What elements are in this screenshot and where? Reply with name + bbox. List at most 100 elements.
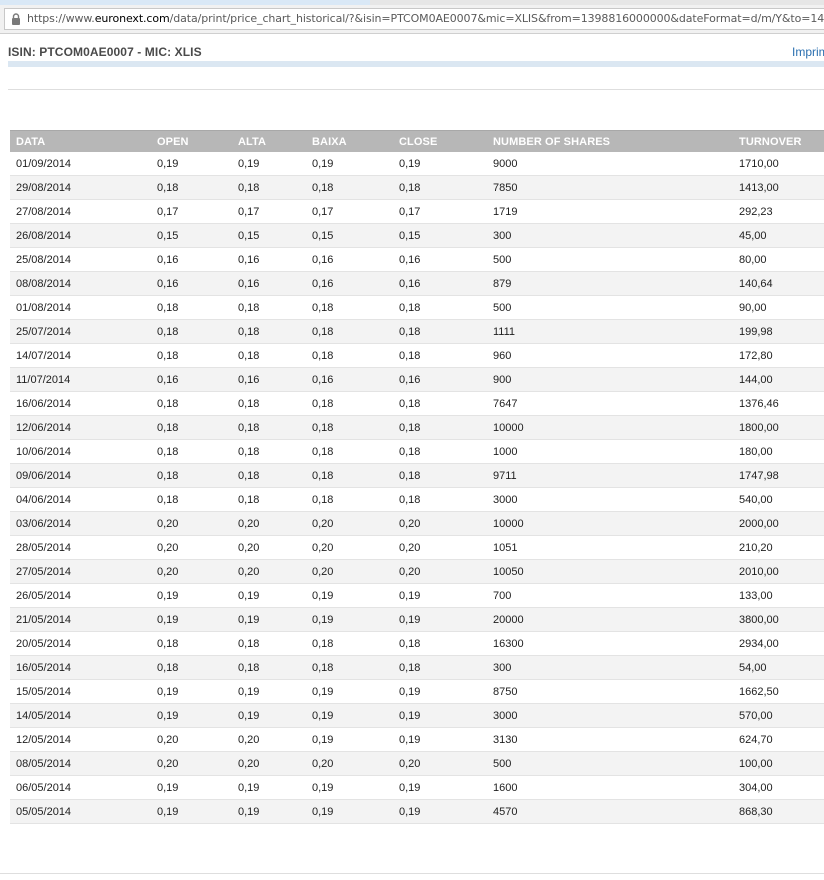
cell-open: 0,16 [151,271,232,296]
table-row: 12/05/2014 0,20 0,20 0,19 0,19 3130 624,70 [10,727,824,752]
cell-baixa: 0,15 [306,223,393,248]
cell-data: 12/05/2014 [10,727,151,752]
cell-data: 25/08/2014 [10,247,151,272]
cell-baixa: 0,16 [306,247,393,272]
print-link[interactable]: Imprimir [792,45,824,59]
cell-data: 26/05/2014 [10,583,151,608]
table-row: 06/05/2014 0,19 0,19 0,19 0,19 1600 304,00 [10,775,824,800]
cell-number-of-shares: 8750 [487,679,733,704]
cell-turnover: 54,00 [733,655,824,680]
cell-open: 0,15 [151,223,232,248]
cell-open: 0,18 [151,655,232,680]
cell-alta: 0,20 [232,511,306,536]
cell-baixa: 0,16 [306,271,393,296]
table-row: 01/09/2014 0,19 0,19 0,19 0,19 9000 1710,00 [10,152,824,176]
cell-close: 0,18 [393,295,487,320]
cell-baixa: 0,18 [306,391,393,416]
cell-close: 0,19 [393,152,487,176]
cell-alta: 0,17 [232,199,306,224]
cell-data: 14/05/2014 [10,703,151,728]
cell-alta: 0,18 [232,343,306,368]
cell-baixa: 0,18 [306,655,393,680]
cell-baixa: 0,19 [306,583,393,608]
cell-alta: 0,18 [232,655,306,680]
cell-open: 0,16 [151,247,232,272]
cell-turnover: 868,30 [733,799,824,824]
table-row: 05/05/2014 0,19 0,19 0,19 0,19 4570 868,30 [10,799,824,824]
cell-baixa: 0,19 [306,799,393,824]
cell-turnover: 140,64 [733,271,824,296]
cell-turnover: 304,00 [733,775,824,800]
cell-turnover: 172,80 [733,343,824,368]
cell-number-of-shares: 10000 [487,415,733,440]
cell-close: 0,18 [393,343,487,368]
cell-close: 0,18 [393,391,487,416]
cell-baixa: 0,18 [306,295,393,320]
cell-data: 01/09/2014 [10,152,151,176]
cell-close: 0,18 [393,463,487,488]
table-row: 09/06/2014 0,18 0,18 0,18 0,18 9711 1747,98 [10,463,824,488]
column-header-baixa: BAIXA [306,130,393,152]
table-row: 28/05/2014 0,20 0,20 0,20 0,20 1051 210,20 [10,535,824,560]
cell-alta: 0,19 [232,583,306,608]
cell-number-of-shares: 7647 [487,391,733,416]
cell-baixa: 0,19 [306,679,393,704]
cell-number-of-shares: 500 [487,295,733,320]
column-header-open: OPEN [151,130,232,152]
cell-number-of-shares: 1051 [487,535,733,560]
cell-close: 0,19 [393,679,487,704]
cell-alta: 0,18 [232,415,306,440]
cell-baixa: 0,19 [306,703,393,728]
cell-alta: 0,20 [232,535,306,560]
cell-alta: 0,18 [232,319,306,344]
table-body: 01/09/2014 0,19 0,19 0,19 0,19 9000 1710,00 29/… [10,152,824,824]
table-row: 16/05/2014 0,18 0,18 0,18 0,18 300 54,00 [10,655,824,680]
cell-number-of-shares: 4570 [487,799,733,824]
table-row: 27/08/2014 0,17 0,17 0,17 0,17 1719 292,23 [10,199,824,224]
cell-alta: 0,19 [232,607,306,632]
table-row: 14/05/2014 0,19 0,19 0,19 0,19 3000 570,00 [10,703,824,728]
cell-alta: 0,18 [232,295,306,320]
cell-data: 14/07/2014 [10,343,151,368]
cell-data: 06/05/2014 [10,775,151,800]
cell-close: 0,17 [393,199,487,224]
cell-number-of-shares: 9711 [487,463,733,488]
cell-number-of-shares: 3130 [487,727,733,752]
cell-data: 09/06/2014 [10,463,151,488]
url-field[interactable]: https://www.euronext.com/data/print/pric… [4,8,824,30]
cell-number-of-shares: 900 [487,367,733,392]
cell-baixa: 0,20 [306,559,393,584]
table-row: 20/05/2014 0,18 0,18 0,18 0,18 16300 2934,00 [10,631,824,656]
cell-data: 29/08/2014 [10,175,151,200]
cell-close: 0,16 [393,247,487,272]
cell-open: 0,20 [151,535,232,560]
cell-close: 0,18 [393,175,487,200]
cell-alta: 0,20 [232,559,306,584]
cell-data: 12/06/2014 [10,415,151,440]
cell-turnover: 624,70 [733,727,824,752]
cell-open: 0,16 [151,367,232,392]
cell-baixa: 0,17 [306,199,393,224]
cell-turnover: 1413,00 [733,175,824,200]
cell-baixa: 0,16 [306,367,393,392]
cell-open: 0,18 [151,415,232,440]
column-header-turnover: TURNOVER [733,130,824,152]
cell-open: 0,18 [151,343,232,368]
table-row: 11/07/2014 0,16 0,16 0,16 0,16 900 144,00 [10,367,824,392]
table-row: 27/05/2014 0,20 0,20 0,20 0,20 10050 2010,00 [10,559,824,584]
cell-open: 0,18 [151,391,232,416]
cell-close: 0,19 [393,703,487,728]
cell-open: 0,19 [151,775,232,800]
cell-number-of-shares: 7850 [487,175,733,200]
cell-number-of-shares: 300 [487,223,733,248]
cell-open: 0,19 [151,152,232,176]
cell-close: 0,18 [393,439,487,464]
url-text: https://www.euronext.com/data/print/pric… [27,12,824,25]
cell-data: 05/05/2014 [10,799,151,824]
cell-turnover: 570,00 [733,703,824,728]
cell-number-of-shares: 700 [487,583,733,608]
cell-baixa: 0,19 [306,607,393,632]
section-divider [8,89,824,90]
cell-number-of-shares: 3000 [487,487,733,512]
cell-open: 0,18 [151,319,232,344]
